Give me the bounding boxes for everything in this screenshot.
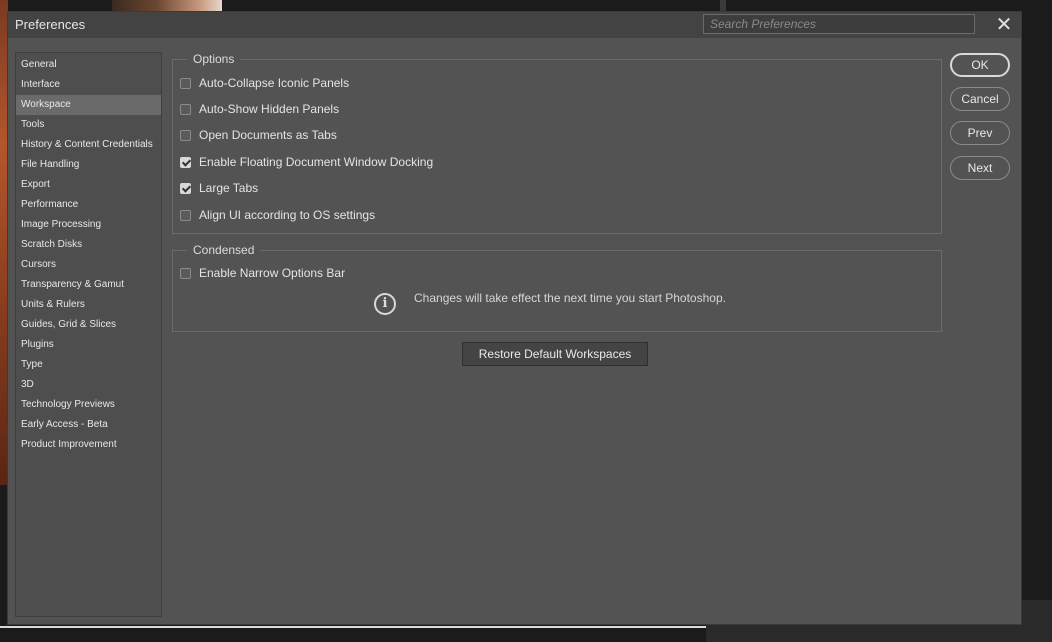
info-icon: i bbox=[374, 293, 396, 315]
sidebar-item-cursors[interactable]: Cursors bbox=[16, 255, 161, 275]
align-ui-os-settings-checkbox[interactable] bbox=[180, 209, 191, 221]
options-group: Options Auto-Collapse Iconic Panels Auto… bbox=[172, 52, 942, 234]
large-tabs-checkbox[interactable] bbox=[180, 182, 191, 194]
align-ui-os-settings-option[interactable]: Align UI according to OS settings bbox=[180, 207, 375, 223]
sidebar-item-transparency-gamut[interactable]: Transparency & Gamut bbox=[16, 275, 161, 295]
dialog-titlebar: Preferences Search Preferences ✕ bbox=[8, 12, 1021, 38]
sidebar-item-early-access-beta[interactable]: Early Access - Beta bbox=[16, 415, 161, 435]
auto-show-hidden-panels-label: Auto-Show Hidden Panels bbox=[199, 102, 340, 116]
restore-default-workspaces-button[interactable]: Restore Default Workspaces bbox=[462, 342, 648, 366]
sidebar-item-performance[interactable]: Performance bbox=[16, 195, 161, 215]
sidebar-item-workspace[interactable]: Workspace bbox=[16, 95, 161, 115]
sidebar-item-interface[interactable]: Interface bbox=[16, 75, 161, 95]
sidebar-item-file-handling[interactable]: File Handling bbox=[16, 155, 161, 175]
next-button[interactable]: Next bbox=[950, 156, 1010, 180]
sidebar-item-scratch-disks[interactable]: Scratch Disks bbox=[16, 235, 161, 255]
sidebar-item-technology-previews[interactable]: Technology Previews bbox=[16, 395, 161, 415]
enable-narrow-options-bar-option[interactable]: Enable Narrow Options Bar bbox=[180, 265, 345, 281]
sidebar-item-3d[interactable]: 3D bbox=[16, 375, 161, 395]
auto-show-hidden-panels-checkbox[interactable] bbox=[180, 103, 191, 115]
sidebar-item-units-rulers[interactable]: Units & Rulers bbox=[16, 295, 161, 315]
options-legend: Options bbox=[187, 52, 241, 66]
prev-button[interactable]: Prev bbox=[950, 121, 1010, 145]
sidebar-item-export[interactable]: Export bbox=[16, 175, 161, 195]
sidebar-item-plugins[interactable]: Plugins bbox=[16, 335, 161, 355]
restart-info-text: Changes will take effect the next time y… bbox=[414, 291, 726, 305]
condensed-group: Condensed Enable Narrow Options Bar i Ch… bbox=[172, 243, 942, 332]
align-ui-os-settings-label: Align UI according to OS settings bbox=[199, 208, 376, 222]
preferences-sidebar: General Interface Workspace Tools Histor… bbox=[15, 52, 162, 617]
open-documents-as-tabs-checkbox[interactable] bbox=[180, 129, 191, 141]
auto-collapse-iconic-panels-label: Auto-Collapse Iconic Panels bbox=[199, 76, 350, 90]
open-documents-as-tabs-option[interactable]: Open Documents as Tabs bbox=[180, 127, 337, 143]
enable-floating-document-window-docking-checkbox[interactable] bbox=[180, 156, 191, 168]
close-icon[interactable]: ✕ bbox=[994, 14, 1014, 36]
background-edge bbox=[0, 626, 706, 628]
sidebar-item-general[interactable]: General bbox=[16, 55, 161, 75]
sidebar-item-tools[interactable]: Tools bbox=[16, 115, 161, 135]
large-tabs-option[interactable]: Large Tabs bbox=[180, 180, 258, 196]
enable-narrow-options-bar-label: Enable Narrow Options Bar bbox=[199, 266, 346, 280]
preferences-dialog: Preferences Search Preferences ✕ General… bbox=[8, 12, 1021, 624]
ok-button[interactable]: OK bbox=[950, 53, 1010, 77]
sidebar-item-history-content-credentials[interactable]: History & Content Credentials bbox=[16, 135, 161, 155]
auto-show-hidden-panels-option[interactable]: Auto-Show Hidden Panels bbox=[180, 101, 339, 117]
enable-floating-document-window-docking-option[interactable]: Enable Floating Document Window Docking bbox=[180, 154, 433, 170]
cancel-button[interactable]: Cancel bbox=[950, 87, 1010, 111]
large-tabs-label: Large Tabs bbox=[199, 181, 259, 195]
sidebar-item-guides-grid-slices[interactable]: Guides, Grid & Slices bbox=[16, 315, 161, 335]
enable-floating-document-window-docking-label: Enable Floating Document Window Docking bbox=[199, 155, 434, 169]
background-thumbnail bbox=[112, 0, 222, 12]
sidebar-item-product-improvement[interactable]: Product Improvement bbox=[16, 435, 161, 455]
search-preferences-input[interactable]: Search Preferences bbox=[703, 14, 975, 34]
condensed-legend: Condensed bbox=[187, 243, 261, 257]
enable-narrow-options-bar-checkbox[interactable] bbox=[180, 267, 191, 279]
sidebar-item-image-processing[interactable]: Image Processing bbox=[16, 215, 161, 235]
dialog-title: Preferences bbox=[15, 17, 86, 32]
background-canvas-image bbox=[0, 0, 8, 485]
open-documents-as-tabs-label: Open Documents as Tabs bbox=[199, 128, 337, 142]
auto-collapse-iconic-panels-checkbox[interactable] bbox=[180, 77, 191, 89]
sidebar-item-type[interactable]: Type bbox=[16, 355, 161, 375]
auto-collapse-iconic-panels-option[interactable]: Auto-Collapse Iconic Panels bbox=[180, 75, 349, 91]
